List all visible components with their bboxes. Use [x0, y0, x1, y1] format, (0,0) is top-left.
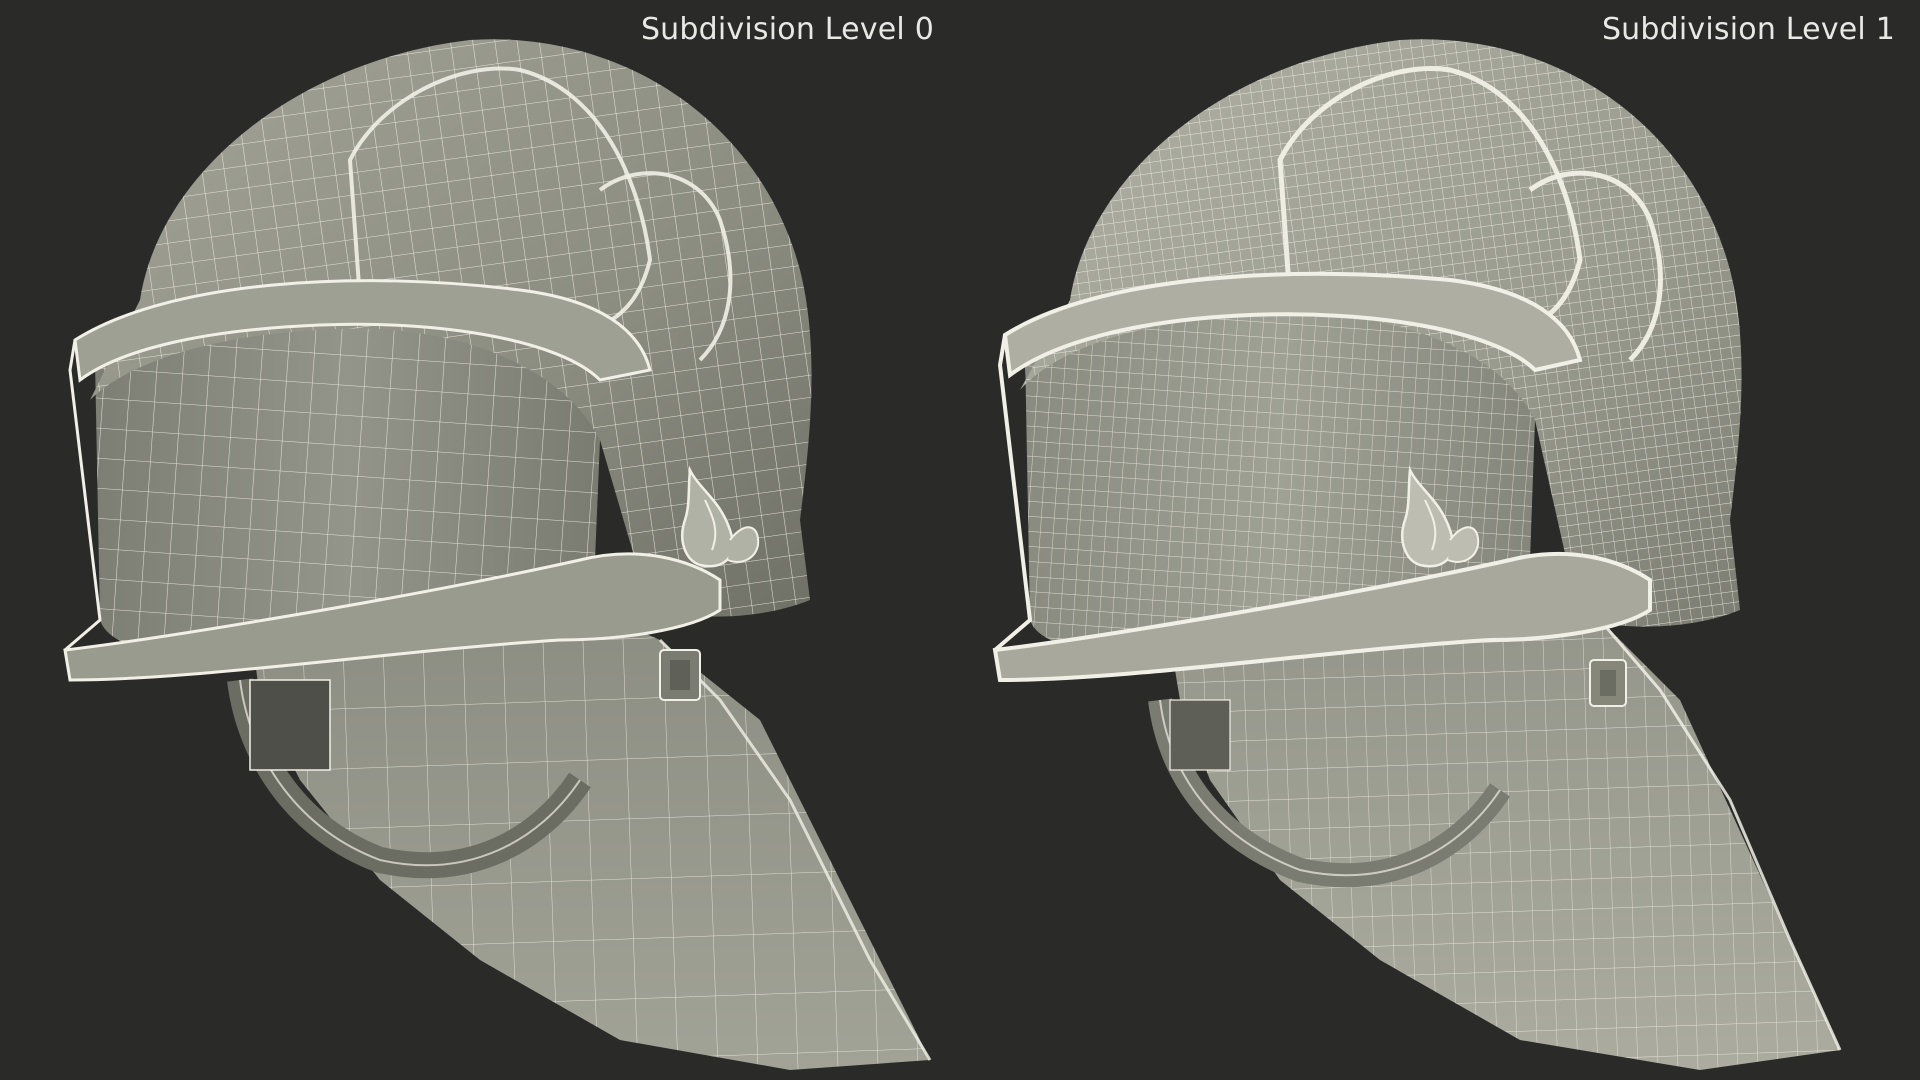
helmet-model-level-0 — [63, 39, 932, 1070]
helmet-model-level-1 — [992, 39, 1842, 1070]
helmet-panel-level-0 — [0, 0, 960, 1080]
helmet-panel-level-1 — [960, 0, 1920, 1080]
render-viewport: Subdivision Level 0 Subdivision Level 1 — [0, 0, 1920, 1080]
